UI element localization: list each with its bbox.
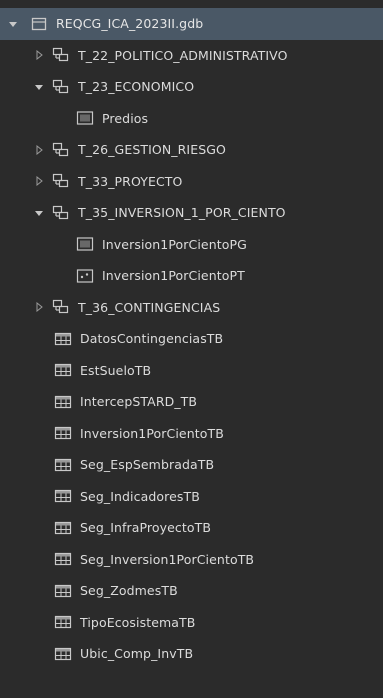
table-icon [53, 394, 73, 410]
tree-row-table[interactable]: Ubic_Comp_InvTB [0, 638, 383, 670]
polygon-feature-class-icon [75, 110, 95, 126]
feature-dataset-icon [51, 47, 71, 63]
table-icon [53, 457, 73, 473]
tree-row-dataset[interactable]: T_35_INVERSION_1_POR_CIENTO [0, 197, 383, 229]
table-label: TipoEcosistemaTB [80, 614, 196, 630]
table-icon [53, 362, 73, 378]
table-icon [53, 646, 73, 662]
catalog-tree: REQCG_ICA_2023II.gdb T_22_POLITICO_ADMIN… [0, 0, 383, 698]
feature-dataset-icon [51, 142, 71, 158]
feature-dataset-icon [51, 299, 71, 315]
feature-class-label: Inversion1PorCientoPT [102, 268, 245, 284]
tree-row-table[interactable]: EstSueloTB [0, 355, 383, 387]
table-label: Seg_IndicadoresTB [80, 488, 200, 504]
tree-row-table[interactable]: IntercepSTARD_TB [0, 386, 383, 418]
table-label: Ubic_Comp_InvTB [80, 646, 194, 662]
table-label: EstSueloTB [80, 362, 152, 378]
tree-row-table[interactable]: TipoEcosistemaTB [0, 607, 383, 639]
table-label: Seg_Inversion1PorCientoTB [80, 551, 255, 567]
tree-label-geodatabase: REQCG_ICA_2023II.gdb [56, 16, 204, 32]
triangle-right-icon[interactable] [33, 175, 45, 187]
table-label: Seg_ZodmesTB [80, 583, 178, 599]
tree-row-table[interactable]: Seg_IndicadoresTB [0, 481, 383, 513]
triangle-down-icon[interactable] [33, 81, 45, 93]
tree-row-dataset[interactable]: T_23_ECONOMICO [0, 71, 383, 103]
triangle-right-icon[interactable] [33, 301, 45, 313]
geodatabase-icon [29, 16, 49, 32]
table-label: Seg_EspSembradaTB [80, 457, 215, 473]
table-icon [53, 614, 73, 630]
feature-dataset-icon [51, 205, 71, 221]
tree-row-dataset[interactable]: T_33_PROYECTO [0, 166, 383, 198]
tree-row-geodatabase[interactable]: REQCG_ICA_2023II.gdb [0, 8, 383, 40]
table-icon [53, 551, 73, 567]
triangle-right-icon[interactable] [33, 49, 45, 61]
tree-row-table[interactable]: Seg_InfraProyectoTB [0, 512, 383, 544]
tree-row-feature-class[interactable]: Predios [0, 103, 383, 135]
table-label: DatosContingenciasTB [80, 331, 224, 347]
table-label: IntercepSTARD_TB [80, 394, 198, 410]
table-icon [53, 520, 73, 536]
tree-row-table[interactable]: Seg_ZodmesTB [0, 575, 383, 607]
dataset-label: T_36_CONTINGENCIAS [78, 299, 221, 315]
tree-row-table[interactable]: Inversion1PorCientoTB [0, 418, 383, 450]
table-icon [53, 331, 73, 347]
tree-row-table[interactable]: DatosContingenciasTB [0, 323, 383, 355]
table-icon [53, 583, 73, 599]
tree-row-table[interactable]: Seg_EspSembradaTB [0, 449, 383, 481]
point-feature-class-icon [75, 268, 95, 284]
triangle-down-icon[interactable] [33, 207, 45, 219]
feature-class-label: Inversion1PorCientoPG [102, 236, 247, 252]
polygon-feature-class-icon [75, 236, 95, 252]
tree-row-feature-class[interactable]: Inversion1PorCientoPT [0, 260, 383, 292]
tree-row-dataset[interactable]: T_26_GESTION_RIESGO [0, 134, 383, 166]
table-icon [53, 425, 73, 441]
triangle-down-icon[interactable] [7, 18, 19, 30]
table-label: Seg_InfraProyectoTB [80, 520, 212, 536]
table-label: Inversion1PorCientoTB [80, 425, 224, 441]
feature-dataset-icon [51, 79, 71, 95]
tree-row-table[interactable]: Seg_Inversion1PorCientoTB [0, 544, 383, 576]
feature-class-label: Predios [102, 110, 149, 126]
tree-row-dataset[interactable]: T_22_POLITICO_ADMINISTRATIVO [0, 40, 383, 72]
table-icon [53, 488, 73, 504]
dataset-label: T_22_POLITICO_ADMINISTRATIVO [78, 47, 288, 63]
dataset-label: T_23_ECONOMICO [78, 79, 195, 95]
tree-row-feature-class[interactable]: Inversion1PorCientoPG [0, 229, 383, 261]
dataset-label: T_33_PROYECTO [78, 173, 183, 189]
dataset-label: T_26_GESTION_RIESGO [78, 142, 226, 158]
tree-row-dataset[interactable]: T_36_CONTINGENCIAS [0, 292, 383, 324]
dataset-label: T_35_INVERSION_1_POR_CIENTO [78, 205, 286, 221]
feature-dataset-icon [51, 173, 71, 189]
triangle-right-icon[interactable] [33, 144, 45, 156]
